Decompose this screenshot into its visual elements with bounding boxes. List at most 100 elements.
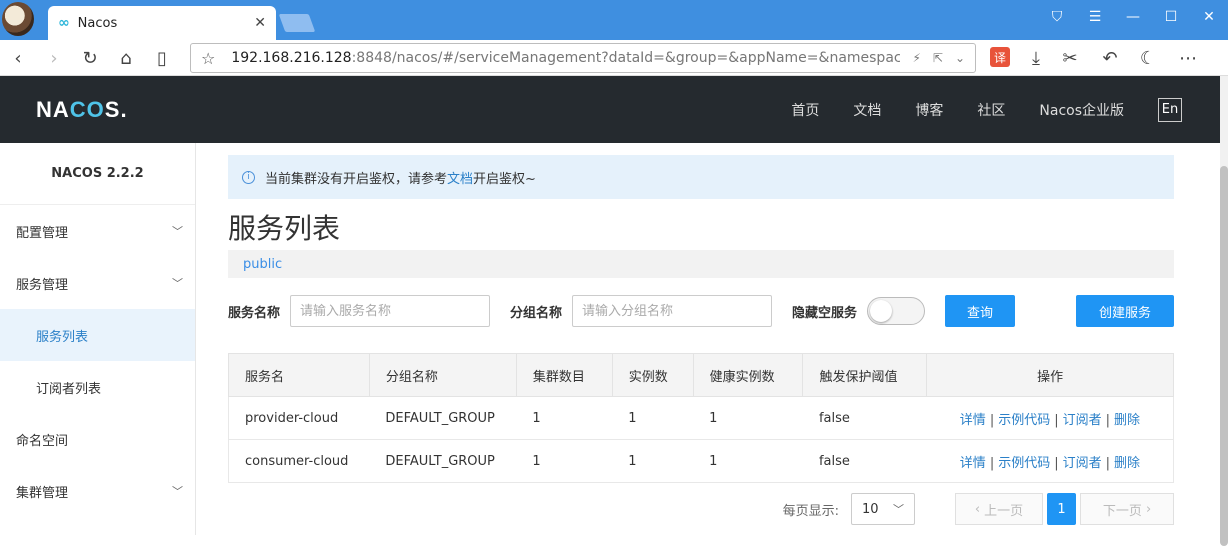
new-tab-button[interactable] [278,14,316,32]
browser-user-avatar[interactable] [2,2,34,36]
minimize-icon[interactable]: — [1114,9,1152,25]
close-icon[interactable]: ✕ [254,15,266,31]
shirt-icon[interactable]: ⛉ [1038,9,1076,25]
col-threshold[interactable]: 触发保护阈值 [802,353,928,397]
pagination: 每页显示: 10 ﹀ ‹ 上一页 1 下一页 › [228,493,1174,525]
switch-knob [870,300,893,322]
close-window-icon[interactable]: ✕ [1190,9,1228,25]
chevron-down-icon: ﹀ [172,277,183,290]
col-healthy-count[interactable]: 健康实例数 [692,353,804,397]
col-group-name[interactable]: 分组名称 [368,353,517,397]
cell-service-name: consumer-cloud [228,439,370,483]
sidebar-item-config[interactable]: 配置管理 ﹀ [0,205,195,257]
page-scrollbar[interactable] [1220,76,1228,546]
address-bar[interactable]: ☆ 192.168.216.128:8848/nacos/#/serviceMa… [190,43,976,73]
cell-instance-count: 1 [612,396,694,440]
cell-threshold: false [802,396,927,440]
delete-link[interactable]: 删除 [1114,456,1140,471]
col-instance-count[interactable]: 实例数 [611,353,694,397]
window-controls: ⛉ ☰ — ☐ ✕ [1038,0,1228,34]
query-button[interactable]: 查询 [945,295,1016,327]
tab-title: Nacos [77,15,118,31]
bookmark-star-icon[interactable]: ☆ [201,49,215,68]
sidebar-item-cluster[interactable]: 集群管理 ﹀ [0,465,195,517]
cell-actions: 详情 | 示例代码 | 订阅者 | 删除 [926,439,1174,483]
group-name-input[interactable] [572,295,773,327]
undo-icon[interactable]: ↶ [1098,46,1122,70]
hide-empty-switch[interactable] [867,297,926,325]
cell-threshold: false [802,439,927,483]
browser-tab[interactable]: ∞ Nacos ✕ [48,6,276,40]
scissors-icon[interactable]: ✂ [1058,46,1082,70]
info-icon: i [242,170,255,184]
page-size-label: 每页显示: [782,503,839,519]
reload-icon[interactable]: ↻ [78,46,102,70]
sidebar-item-namespace[interactable]: 命名空间 [0,413,195,465]
detail-link[interactable]: 详情 [960,413,986,428]
reader-icon[interactable]: ▯ [150,46,174,70]
top-nav: 首页 文档 博客 社区 Nacos企业版 En [791,76,1220,143]
chevron-down-icon: ﹀ [172,485,183,498]
next-page-button[interactable]: 下一页 › [1080,493,1174,525]
chevron-right-icon: › [1141,501,1152,517]
download-icon[interactable]: ⤓ [1024,46,1048,70]
language-toggle[interactable]: En [1158,97,1182,122]
subscribers-link[interactable]: 订阅者 [1063,413,1102,428]
url-text: 192.168.216.128:8848/nacos/#/serviceMana… [231,50,901,66]
nav-enterprise[interactable]: Nacos企业版 [1039,100,1124,120]
back-icon[interactable]: ‹ [6,46,30,70]
subscribers-link[interactable]: 订阅者 [1063,456,1102,471]
version-label: NACOS 2.2.2 [0,143,195,205]
translate-extension-icon[interactable]: 译 [990,47,1010,67]
sidebar-item-service-list[interactable]: 服务列表 [0,309,195,361]
auth-notice: i 当前集群没有开启鉴权，请参考 文档 开启鉴权~ [228,155,1174,199]
nav-docs[interactable]: 文档 [853,100,881,120]
group-name-label: 分组名称 [510,305,563,321]
browser-tabbar: ∞ Nacos ✕ ⛉ ☰ — ☐ ✕ [0,0,1228,40]
page-title: 服务列表 [228,212,341,245]
namespace-public[interactable]: public [243,257,282,272]
notice-doc-link[interactable]: 文档 [447,168,473,187]
nacos-logo[interactable]: NACOS. [36,97,128,123]
delete-link[interactable]: 删除 [1114,413,1140,428]
cell-group-name: DEFAULT_GROUP [369,396,517,440]
col-cluster-count[interactable]: 集群数目 [515,353,613,397]
home-icon[interactable]: ⌂ [114,46,138,70]
app-header: NACOS. 首页 文档 博客 社区 Nacos企业版 En [0,76,1220,143]
namespace-bar: public [228,250,1174,278]
sample-code-link[interactable]: 示例代码 [998,413,1050,428]
page-size-select[interactable]: 10 ﹀ [851,493,915,525]
browser-toolbar: ‹ › ↻ ⌂ ▯ ☆ 192.168.216.128:8848/nacos/#… [0,40,1228,76]
prev-page-button[interactable]: ‹ 上一页 [955,493,1043,525]
detail-link[interactable]: 详情 [960,456,986,471]
cell-cluster-count: 1 [516,439,613,483]
col-service-name[interactable]: 服务名 [228,353,370,397]
more-icon[interactable]: ⋯ [1176,46,1200,70]
cell-healthy-count: 1 [693,439,803,483]
cell-actions: 详情 | 示例代码 | 订阅者 | 删除 [926,396,1174,440]
nav-home[interactable]: 首页 [791,100,819,120]
cell-group-name: DEFAULT_GROUP [369,439,517,483]
chevron-down-icon[interactable]: ⌄ [955,51,965,65]
nav-blog[interactable]: 博客 [915,100,943,120]
service-name-input[interactable] [290,295,491,327]
menu-icon[interactable]: ☰ [1076,9,1114,25]
create-service-button[interactable]: 创建服务 [1076,295,1174,327]
table-row: consumer-cloud DEFAULT_GROUP 1 1 1 false… [228,439,1174,483]
maximize-icon[interactable]: ☐ [1152,9,1190,25]
chevron-left-icon: ‹ [974,501,985,517]
lightning-icon[interactable]: ⚡ [912,51,920,65]
cell-healthy-count: 1 [693,396,803,440]
nacos-favicon-icon: ∞ [58,15,70,31]
service-table: 服务名 分组名称 集群数目 实例数 健康实例数 触发保护阈值 操作 provid… [228,353,1174,483]
sample-code-link[interactable]: 示例代码 [998,456,1050,471]
table-header-row: 服务名 分组名称 集群数目 实例数 健康实例数 触发保护阈值 操作 [228,353,1174,397]
scrollbar-thumb[interactable] [1220,166,1228,546]
moon-icon[interactable]: ☾ [1136,46,1160,70]
share-icon[interactable]: ⇱ [933,51,943,65]
sidebar-item-subscribers[interactable]: 订阅者列表 [0,361,195,413]
forward-icon[interactable]: › [42,46,66,70]
nav-community[interactable]: 社区 [977,100,1005,120]
page-number-current[interactable]: 1 [1047,493,1076,525]
sidebar-item-service[interactable]: 服务管理 ﹀ [0,257,195,309]
